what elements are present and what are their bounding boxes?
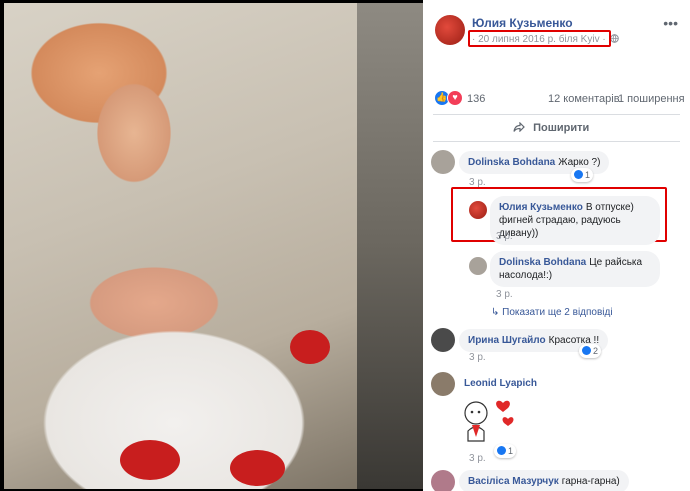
comment-bubble: Dolinska Bohdana Це райська насолода!:) <box>490 251 660 287</box>
like-icon <box>582 346 591 355</box>
more-options-icon[interactable]: ••• <box>663 16 678 30</box>
comment-author[interactable]: Юлия Кузьменко <box>499 202 583 213</box>
post-header: Юлия Кузьменко · 20 липня 2016 р. біля K… <box>423 0 690 60</box>
comment-bubble: Васіліса Мазурчук гарна-гарна) <box>459 470 629 491</box>
commenter-avatar[interactable] <box>431 372 455 396</box>
share-button[interactable]: Поширити <box>513 121 590 134</box>
share-arrow-icon <box>513 121 528 134</box>
comment-like-badge[interactable]: 2 <box>579 344 602 358</box>
comments-section: Dolinska Bohdana Жарко ?) 1 3 р. Юлия Куз… <box>423 142 690 491</box>
commenter-avatar[interactable] <box>431 150 455 174</box>
shares-count[interactable]: 1 поширення <box>618 93 685 105</box>
photo-background-edge <box>357 3 423 489</box>
reply-arrow-icon: ↳ <box>491 307 503 318</box>
commenter-avatar[interactable] <box>431 470 455 491</box>
comment-text: Жарко ?) <box>558 157 601 168</box>
love-icon[interactable]: ♥ <box>447 90 463 106</box>
comment-like-badge[interactable]: 1 <box>494 444 517 458</box>
show-more-replies-link[interactable]: ↳ Показати ще 2 відповіді <box>491 307 613 318</box>
comment-bubble: Юлия Кузьменко В отпуске) фигней страдаю,… <box>490 196 660 245</box>
comment-author[interactable]: Ирина Шугайло <box>468 335 546 346</box>
comment-time[interactable]: 3 р. <box>496 231 513 242</box>
comment-time[interactable]: 3 р. <box>496 289 513 300</box>
comment-author[interactable]: Leonid Lyapich <box>464 378 537 389</box>
divider <box>433 114 680 115</box>
author-avatar[interactable] <box>435 15 465 45</box>
like-icon <box>574 170 583 179</box>
commenter-avatar[interactable] <box>469 201 487 219</box>
comments-count[interactable]: 12 коментарів <box>548 93 620 105</box>
like-icon <box>497 446 506 455</box>
comment-author[interactable]: Васіліса Мазурчук <box>468 476 559 487</box>
commenter-avatar[interactable] <box>431 328 455 352</box>
date-highlight-box <box>468 30 611 47</box>
globe-icon <box>610 34 620 45</box>
show-more-replies-label: Показати ще 2 відповіді <box>502 307 613 318</box>
post-stats: 👍 ♥ 136 12 коментарів 1 поширення <box>423 90 690 110</box>
photo-flower-decoration <box>290 330 330 364</box>
post-panel: Юлия Кузьменко · 20 липня 2016 р. біля K… <box>423 0 690 491</box>
share-label: Поширити <box>533 122 590 134</box>
reactions-count[interactable]: 136 <box>467 93 485 105</box>
comment-author-bubble: Leonid Lyapich <box>459 373 545 394</box>
like-count: 1 <box>585 170 591 180</box>
comment-author[interactable]: Dolinska Bohdana <box>499 257 586 268</box>
photo-image <box>4 3 357 489</box>
comment-author[interactable]: Dolinska Bohdana <box>468 157 555 168</box>
post-photo[interactable] <box>0 0 423 491</box>
comment-time[interactable]: 3 р. <box>469 453 486 464</box>
photo-flower-decoration <box>120 440 180 480</box>
sticker-image[interactable] <box>458 395 520 450</box>
like-count: 1 <box>508 446 514 456</box>
comment-text: гарна-гарна) <box>561 476 620 487</box>
author-name[interactable]: Юлия Кузьменко <box>472 16 573 30</box>
comment-time[interactable]: 3 р. <box>469 352 486 363</box>
commenter-avatar[interactable] <box>469 257 487 275</box>
comment-like-badge[interactable]: 1 <box>571 168 594 182</box>
like-count: 2 <box>593 346 599 356</box>
photo-flower-decoration <box>230 450 285 486</box>
